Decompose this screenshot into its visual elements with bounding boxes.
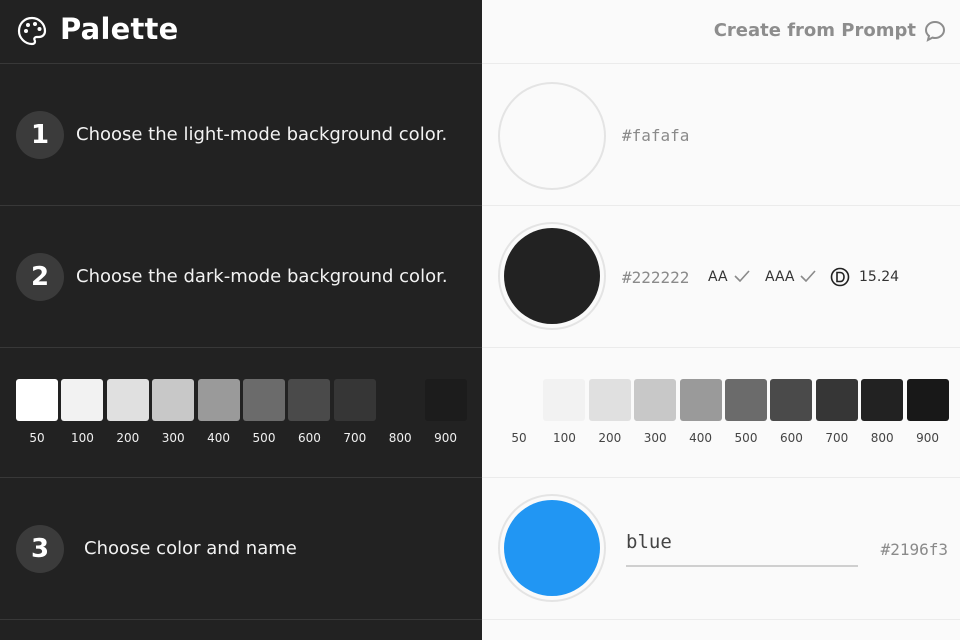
light-swatch-300[interactable] [634,379,677,421]
light-bg-hex: #fafafa [622,126,690,145]
light-swatch-label: 800 [870,431,894,445]
dark-scale-row: 50 100 200 300 400 500 600 700 800 900 [0,348,482,478]
light-swatch-label: 600 [779,431,803,445]
step-text: Choose the dark-mode background color. [76,266,448,287]
light-swatch-900[interactable] [906,379,949,421]
step-text: Choose the light-mode background color. [76,124,448,145]
dark-bg-fill [504,228,600,324]
custom-color-row: #2196f3 [482,478,960,620]
dark-bg-row: #222222 AA AAA 15.24 [482,206,960,348]
light-swatch-label: 50 [511,431,527,445]
light-bg-row: #fafafa [482,64,960,206]
contrast-ratio: 15.24 [859,269,900,285]
light-swatch-label: 300 [643,431,667,445]
dark-swatch-label: 800 [388,431,412,445]
dark-swatch-500[interactable] [243,379,285,421]
dark-swatch-label: 600 [297,431,321,445]
contrast-icon [830,267,850,287]
light-swatch-label: 900 [916,431,940,445]
custom-color-fill [504,500,600,596]
dark-swatch-label: 700 [343,431,367,445]
palette-icon [17,16,47,46]
light-swatch-50[interactable] [498,379,540,421]
dark-swatch-600[interactable] [288,379,331,421]
dark-swatch-label: 500 [252,431,276,445]
dark-swatch-label: 400 [207,431,231,445]
check-icon [734,270,750,282]
light-bg-circle[interactable] [498,82,606,190]
dark-swatch-200[interactable] [106,379,149,421]
light-swatch-400[interactable] [679,379,722,421]
step-number: 1 [16,111,64,159]
dark-swatch-label: 900 [434,431,458,445]
dark-swatch-700[interactable] [333,379,376,421]
step-number: 2 [16,253,64,301]
custom-color-hex: #2196f3 [880,540,948,559]
dark-swatch-300[interactable] [152,379,195,421]
app-title: Palette [60,12,179,46]
step-text: Choose color and name [84,538,297,559]
light-scale-row: 50 100 200 300 400 500 600 700 800 900 [482,348,960,478]
dark-swatch-100[interactable] [61,379,104,421]
dark-swatch-50[interactable] [16,379,58,421]
step-2-row: 2 Choose the dark-mode background color. [0,206,482,348]
chat-bubble-icon[interactable] [924,20,946,42]
custom-color-circle[interactable] [498,494,606,602]
dark-swatch-label: 50 [29,431,45,445]
dark-swatch-label: 300 [161,431,185,445]
left-panel: Palette 1 Choose the light-mode backgrou… [0,0,482,640]
aaa-badge: AAA [765,269,795,285]
dark-swatch-label: 200 [116,431,140,445]
dark-swatch-400[interactable] [197,379,240,421]
dark-bg-circle[interactable] [498,222,606,330]
step-1-row: 1 Choose the light-mode background color… [0,64,482,206]
light-swatch-700[interactable] [815,379,858,421]
light-swatch-label: 100 [552,431,576,445]
check-icon [800,270,816,282]
light-swatch-500[interactable] [725,379,767,421]
light-swatch-label: 500 [734,431,758,445]
dark-swatch-900[interactable] [424,379,467,421]
color-name-input[interactable] [626,525,858,567]
dark-swatch-label: 100 [70,431,94,445]
light-swatch-800[interactable] [861,379,904,421]
step-3-row: 3 Choose color and name [0,478,482,620]
light-swatch-label: 400 [689,431,713,445]
aa-badge: AA [708,269,728,285]
light-swatch-label: 200 [598,431,622,445]
create-from-prompt-link[interactable]: Create from Prompt [714,20,916,41]
light-swatch-200[interactable] [588,379,631,421]
right-panel: Create from Prompt #fafafa #222222 AA AA… [482,0,960,640]
light-swatch-600[interactable] [770,379,813,421]
dark-swatch-800[interactable] [379,379,422,421]
light-swatch-100[interactable] [543,379,586,421]
light-swatch-label: 700 [825,431,849,445]
header-right: Create from Prompt [482,0,960,64]
dark-bg-hex: #222222 [622,268,690,287]
step-number: 3 [16,525,64,573]
header-left: Palette [0,0,482,64]
